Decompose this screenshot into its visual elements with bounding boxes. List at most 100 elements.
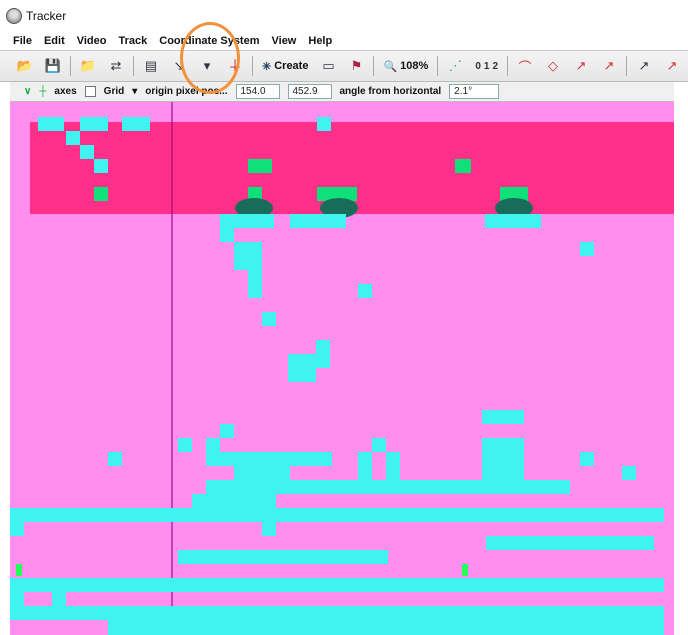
image-block [80,145,94,159]
menu-video[interactable]: Video [77,35,107,47]
toolbar-divider [507,56,508,76]
clip-settings-icon[interactable]: ▤ [140,55,162,77]
image-block [66,131,80,145]
image-block [122,117,150,131]
track-control-icon[interactable]: ▭ [317,55,339,77]
menu-edit[interactable]: Edit [44,35,65,47]
image-block [358,284,372,298]
toolbar-divider [437,56,439,76]
toolbar-divider [133,56,134,76]
menu-view[interactable]: View [272,35,297,47]
axes-expand-icon[interactable]: ∨ [24,86,31,97]
image-block [358,452,372,480]
path-curve-icon[interactable]: ⌒ [514,55,536,77]
image-block [52,592,66,606]
image-block [317,117,331,131]
image-block [10,606,664,620]
open-folder-icon[interactable]: 📂 [14,55,36,77]
zoom-button[interactable]: 🔍 108% [380,60,431,73]
image-block [220,424,234,438]
track-marker[interactable] [248,159,272,173]
axes-toggle-icon[interactable]: ┼ [39,86,46,97]
toolbar-divider [70,56,71,76]
main-toolbar: 📂 💾 📁 ⇄ ▤ ↘ ▾ ┼ ✳ Create ▭ ⚑ 🔍 108% ⋰ 01… [0,50,688,82]
image-block [220,228,234,242]
toolbar-divider [373,56,375,76]
menu-track[interactable]: Track [119,35,148,47]
window-right-edge [674,82,688,635]
origin-label: origin pixel pos... [145,86,228,97]
image-block [580,242,594,256]
menu-help[interactable]: Help [308,35,332,47]
create-button-label: Create [274,60,309,72]
image-block [108,452,122,466]
coordinate-system-toolbar: ∨ ┼ axes Grid ▾ origin pixel pos... 154.… [10,82,674,102]
angle-label: angle from horizontal [339,86,442,97]
image-block [38,117,64,131]
trails-icon[interactable]: ⋰ [444,55,466,77]
coordinate-axes-icon[interactable]: ┼ [224,55,246,77]
image-block [10,578,664,592]
image-block [10,592,24,606]
image-block [386,452,400,480]
vector-sum-icon[interactable]: ↗ [633,55,655,77]
create-button[interactable]: ✳ Create [259,60,311,73]
image-block [482,410,524,424]
image-block [10,508,664,522]
open-video-icon[interactable]: 📁 [77,55,99,77]
save-icon[interactable]: 💾 [42,55,64,77]
image-block [108,620,664,635]
step-superscript: 1 [483,60,490,72]
image-block [290,214,346,228]
image-block [482,438,524,480]
image-block [94,159,108,173]
track-marker[interactable] [94,187,108,201]
track-list-icon[interactable]: ⚑ [345,55,367,77]
image-block [192,494,262,508]
image-block [248,270,262,298]
tracker-app-icon [6,8,22,24]
export-icon[interactable]: ⇄ [105,55,127,77]
track-marker[interactable] [455,159,471,173]
magnifier-icon: 🔍 [383,60,398,73]
vector-tool-icon[interactable]: ↗ [661,55,683,77]
step-label: 0 [475,60,481,72]
position-marker-icon[interactable]: ◇ [542,55,564,77]
image-block [206,480,444,494]
image-block [486,536,654,550]
image-block [444,480,570,494]
grid-dropdown-icon[interactable]: ▾ [132,86,137,97]
image-block [178,438,192,452]
grid-checkbox[interactable] [84,86,96,97]
toolbar-divider [252,56,253,76]
menu-file[interactable]: File [13,35,32,47]
image-block [220,214,274,228]
image-block [262,312,276,326]
image-block [372,438,386,452]
menu-coordinate-system[interactable]: Coordinate System [159,35,259,47]
acceleration-vector-icon[interactable]: ↗ [598,55,620,77]
create-star-icon: ✳ [262,60,272,73]
toolbar-divider [626,56,627,76]
image-block [622,466,636,480]
image-block [234,242,262,270]
image-block [178,550,388,564]
image-block [485,214,541,228]
origin-x-field[interactable]: 154.0 [235,84,280,99]
step-subscript: 2 [492,60,498,72]
video-canvas[interactable] [10,102,674,635]
calibration-tools-icon[interactable]: ↘ [168,55,190,77]
image-block [10,522,24,536]
dropdown-arrow-icon[interactable]: ▾ [196,55,218,77]
velocity-vector-icon[interactable]: ↗ [570,55,592,77]
image-block [580,452,594,466]
coordinate-readout-left [16,564,22,576]
step-button[interactable]: 012 [472,61,501,72]
origin-y-field[interactable]: 452.9 [287,84,332,99]
y-axis-line[interactable] [171,102,173,635]
angle-field[interactable]: 2.1° [449,84,500,99]
window-title: Tracker [26,9,67,23]
image-block [206,438,220,466]
image-block [234,466,290,480]
menu-bar: File Edit Video Track Coordinate System … [0,32,688,50]
